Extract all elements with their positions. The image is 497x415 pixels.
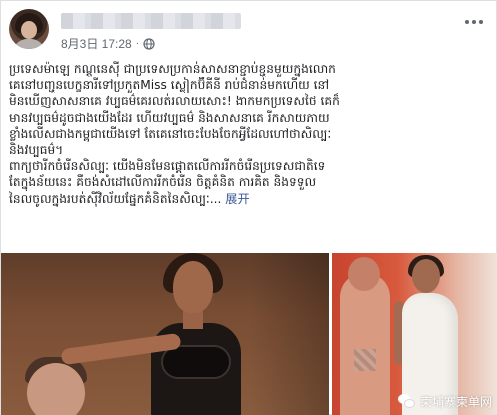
- watermark: 柬埔寨柬单网: [397, 393, 492, 410]
- woman-head-right: [412, 259, 440, 293]
- body-line: និងវប្បធម៌។: [9, 143, 64, 158]
- post-header: 8月3日 17:28 ·: [9, 9, 489, 53]
- photo-left[interactable]: [1, 253, 329, 415]
- post-meta: 8月3日 17:28 ·: [61, 35, 155, 52]
- body-line: មិនឃើញសាសនាគេ វប្បធម៌គេរលត់រលាយសោះ! ងាកម…: [9, 94, 340, 109]
- post-body-text: ប្រទេសម៉ាឡេ កណ្តូនេស៊ី ជាប្រទេសប្រកាន់សា…: [9, 61, 491, 207]
- meta-separator: ·: [135, 38, 140, 49]
- body-line: ពាក្យថារីកចំរើនសិល្បៈ យើងមិនមែនផ្តោតលើកា…: [9, 159, 326, 174]
- man-head-right: [348, 257, 380, 291]
- author-avatar[interactable]: [9, 9, 49, 49]
- body-line: តែក្នុងន័យនេះ គឺចង់សំដៅលើការរីកចំរើន ចិត…: [9, 175, 317, 190]
- body-last-line-text: នៃលចូលក្នុងរបត់ស៊ីវិល័យផ្នែកគំនិតនៃសិល្ប…: [9, 191, 222, 206]
- photo-right[interactable]: [332, 253, 497, 415]
- censor-mosaic: [354, 349, 376, 371]
- see-more-link[interactable]: 展开: [225, 192, 249, 206]
- man-head: [27, 363, 85, 415]
- photo-shadow: [251, 253, 329, 415]
- avatar-shoulder: [13, 39, 45, 49]
- globe-icon[interactable]: [143, 37, 155, 50]
- body-line-last: នៃលចូលក្នុងរបត់ស៊ីវិល័យផ្នែកគំនិតនៃសិល្ប…: [9, 191, 491, 207]
- post-photos: 柬埔寨柬单网: [1, 253, 497, 415]
- watermark-text: 柬埔寨柬单网: [419, 395, 492, 409]
- woman-lingerie: [161, 345, 231, 379]
- body-line: មានវប្បធម៌ដូចជាងយើងដែរ ហើយវប្បធម៌ និងសាស…: [9, 110, 330, 125]
- facebook-post: 8月3日 17:28 · ប្រទេសម៉ាឡេ កណ្តូនេស៊ី ជាប្…: [0, 0, 497, 415]
- author-name-redacted[interactable]: [61, 13, 241, 29]
- avatar-face: [21, 21, 37, 39]
- body-line: គេនៅបញ្ជូនបេក្ខនារីទៅប្រកួតMiss ស្លៀកប៊ី…: [9, 78, 330, 93]
- wechat-icon: [397, 394, 416, 409]
- more-options-icon[interactable]: [463, 15, 485, 29]
- body-line: ប្រទេសម៉ាឡេ កណ្តូនេស៊ី ជាប្រទេសប្រកាន់សា…: [9, 62, 336, 76]
- man-figure: [340, 273, 390, 415]
- post-timestamp[interactable]: 8月3日 17:28: [61, 35, 132, 52]
- woman-head: [173, 261, 213, 313]
- body-line: ខ្លាំងលើសជាងកម្ពុជាយើងទៅ តែគេនៅចេះបែងចែក…: [9, 126, 332, 141]
